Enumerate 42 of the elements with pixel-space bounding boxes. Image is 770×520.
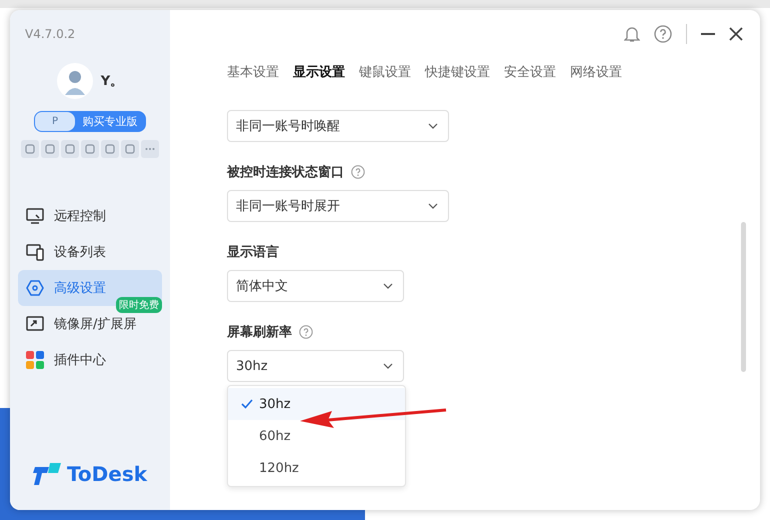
chevron-down-icon [383,283,393,289]
nav-item[interactable]: 设备列表 [18,234,162,270]
buy-pro-button[interactable]: P 购买专业版 [34,111,146,132]
user-name: Y。 [100,73,124,90]
settings-tab[interactable]: 键鼠设置 [359,59,411,85]
dropdown-option[interactable]: 30hz [228,388,405,420]
more-icon[interactable] [141,140,159,158]
setting-label: 显示语言 [227,244,279,261]
logo-text: ToDesk [66,462,148,486]
dropdown-option[interactable]: 120hz [228,452,405,484]
nav-item[interactable]: 插件中心 [18,342,162,378]
settings-icon [26,279,44,297]
dropdown-select[interactable]: 非同一账号时展开 [227,190,449,222]
help-icon[interactable] [351,165,365,179]
settings-tab[interactable]: 快捷键设置 [425,59,490,85]
help-icon[interactable] [654,25,672,43]
free-badge: 限时免费 [116,297,162,313]
setting-label: 屏幕刷新率 [227,324,292,341]
nav-item[interactable]: 远程控制 [18,198,162,234]
chevron-down-icon [383,363,393,369]
screen-share-icon [26,315,44,333]
setting-label: 被控时连接状态窗口 [227,164,344,181]
chevron-down-icon [428,203,438,209]
chevron-down-icon [428,123,438,129]
dropdown-option[interactable]: 60hz [228,420,405,452]
help-icon[interactable] [299,325,313,339]
scrollbar[interactable] [741,222,746,372]
dropdown-select[interactable]: 简体中文 [227,270,404,302]
notification-icon[interactable] [624,25,640,43]
settings-tab[interactable]: 网络设置 [570,59,622,85]
settings-tab[interactable]: 基本设置 [227,59,279,85]
avatar [56,63,93,99]
devices-icon [26,243,44,261]
logo-icon [32,463,61,485]
version-label: V4.7.0.2 [25,27,76,41]
check-icon [241,399,253,409]
dropdown-select[interactable]: 非同一账号时唤醒 [227,110,449,142]
close-icon[interactable] [729,27,743,41]
settings-tab[interactable]: 安全设置 [504,59,556,85]
plugins-icon [26,351,44,369]
dropdown-select[interactable]: 30hz [227,350,404,382]
settings-tab[interactable]: 显示设置 [293,59,345,85]
